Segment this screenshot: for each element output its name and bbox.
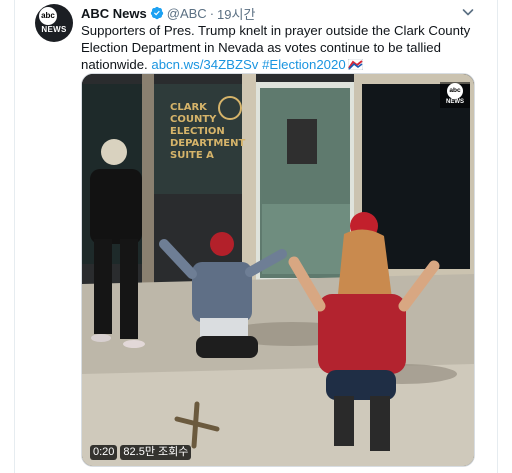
hashtag-link[interactable]: #Election2020 xyxy=(262,57,346,72)
avatar-news-label: NEWS xyxy=(41,25,67,34)
video-view-count: 82.5만 조회수 xyxy=(120,445,192,460)
tweet-video[interactable]: CLARK COUNTY ELECTION DEPARTMENT SUITE A… xyxy=(81,73,475,467)
watermark-logo: abc xyxy=(447,83,463,99)
tweet-timestamp[interactable]: 19시간 xyxy=(217,4,255,23)
author-handle[interactable]: @ABC xyxy=(167,6,207,21)
tweet-link[interactable]: abcn.ws/34ZBZSv xyxy=(151,57,258,72)
sign-line-5: SUITE A xyxy=(170,150,214,161)
video-duration: 0:20 xyxy=(90,445,118,460)
sign-line-3: ELECTION xyxy=(170,126,225,137)
author-name[interactable]: ABC News xyxy=(81,6,147,21)
video-meta: 0:20 82.5만 조회수 xyxy=(90,445,192,460)
timeline-border-right xyxy=(497,0,498,473)
verified-badge-icon xyxy=(150,6,163,20)
header-separator: · xyxy=(209,5,215,21)
watermark-news: NEWS xyxy=(446,99,464,105)
author-avatar[interactable]: abc NEWS xyxy=(35,4,73,42)
abc-news-watermark: abc NEWS xyxy=(440,82,470,108)
video-frame: CLARK COUNTY ELECTION DEPARTMENT SUITE A xyxy=(82,74,474,466)
timeline-border-left xyxy=(14,0,15,473)
caret-down-icon[interactable] xyxy=(460,4,476,20)
sign-line-2: COUNTY xyxy=(170,114,217,125)
election-flag-icon xyxy=(347,59,363,70)
abc-logo: abc xyxy=(39,7,57,25)
sign-line-1: CLARK xyxy=(170,102,208,113)
tweet-text: Supporters of Pres. Trump knelt in praye… xyxy=(81,22,486,73)
sign-line-4: DEPARTMENT xyxy=(170,138,246,149)
tweet-header: ABC News @ABC · 19시간 xyxy=(81,4,255,22)
